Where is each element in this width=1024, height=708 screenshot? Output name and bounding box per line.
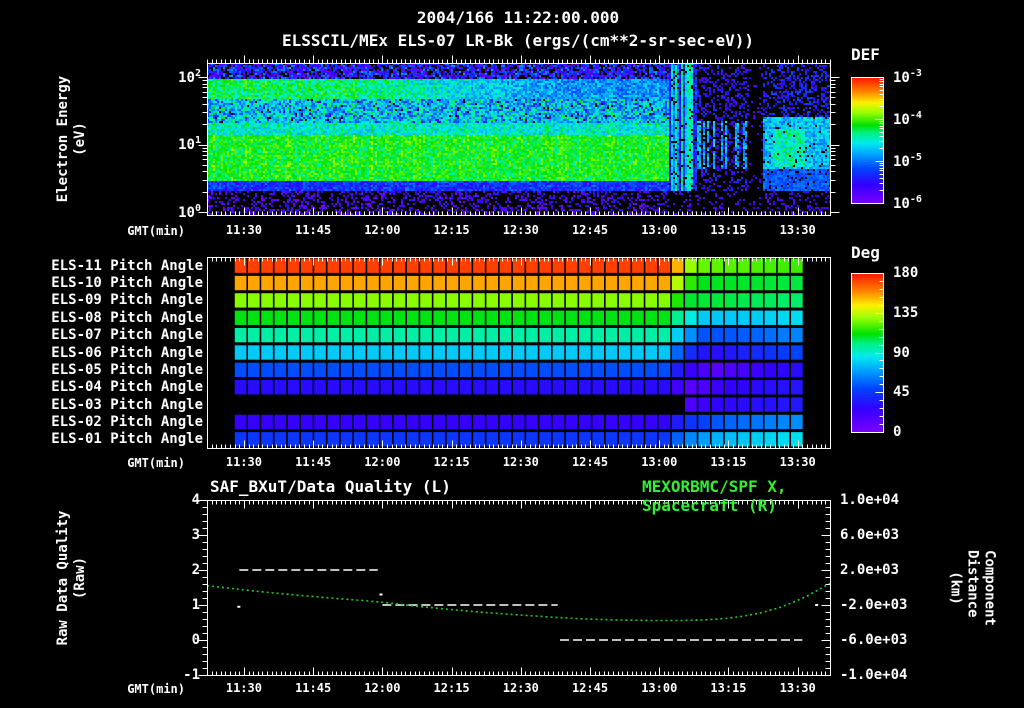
pitch-row-label: ELS-10 Pitch Angle — [51, 275, 203, 292]
def-colorbar-tick-label: 10-5 — [893, 152, 922, 170]
deg-colorbar-tick-label: 180 — [893, 265, 919, 281]
gmt-label-top: GMT(min) — [127, 224, 185, 238]
def-colorbar-tick-label: 10-3 — [893, 68, 922, 86]
x-tick-label: 11:30 — [225, 223, 262, 237]
x-tick-label: 12:15 — [433, 223, 470, 237]
y-axis-label-line2: (eV) — [72, 122, 88, 156]
def-colorbar — [851, 77, 883, 203]
deg-colorbar — [851, 273, 883, 432]
x-tick-label: 12:45 — [571, 455, 609, 469]
x-tick-label: 13:15 — [710, 681, 747, 695]
x-tick-label: 11:45 — [295, 455, 332, 469]
gmt-label-middle: GMT(min) — [127, 456, 185, 470]
spectrogram-y-axis-label: Electron Energy (eV) — [55, 76, 89, 202]
pitch-row-label: ELS-09 Pitch Angle — [51, 292, 203, 309]
pitch-row-label: ELS-11 Pitch Angle — [51, 257, 203, 274]
pitch-row-label: ELS-04 Pitch Angle — [51, 379, 203, 396]
quality-label-line1: Raw Data Quality — [55, 510, 71, 646]
bottom-right-tick-label: -2.0e+03 — [840, 597, 908, 613]
bottom-left-tick-label: 1 — [191, 597, 200, 613]
x-tick-label: 13:15 — [710, 455, 747, 469]
deg-colorbar-title: Deg — [851, 243, 880, 262]
bottom-right-tick-label: 1.0e+04 — [840, 492, 900, 508]
bottom-right-tick-label: -6.0e+03 — [840, 632, 908, 648]
bottom-right-tick-label: 6.0e+03 — [840, 527, 900, 543]
x-tick-label: 12:30 — [502, 223, 539, 237]
quality-distance-plot — [207, 500, 830, 675]
bottom-right-tick-label: 2.0e+03 — [840, 562, 900, 578]
bottom-title-right: MEXORBMC/SPF X, Spacecraft (R) — [642, 477, 787, 515]
deg-colorbar-tick-label: 0 — [893, 424, 902, 440]
electron-energy-spectrogram — [207, 63, 830, 215]
page-title-datetime: 2004/166 11:22:00.000 — [416, 8, 620, 27]
pitch-row-label: ELS-05 Pitch Angle — [51, 361, 203, 378]
distance-label-line2: (km) — [947, 571, 964, 605]
x-tick-label: 12:45 — [571, 681, 609, 695]
pitch-row-label: ELS-07 Pitch Angle — [51, 327, 203, 344]
pitch-row-label: ELS-02 Pitch Angle — [51, 413, 203, 430]
pitch-row-label: ELS-08 Pitch Angle — [51, 309, 203, 326]
bottom-title-left: SAF_BXuT/Data Quality (L) — [210, 477, 451, 496]
x-tick-label: 12:00 — [364, 223, 401, 237]
x-tick-label: 11:45 — [295, 223, 332, 237]
x-tick-label: 11:30 — [225, 455, 262, 469]
bottom-left-tick-label: 3 — [191, 527, 200, 543]
x-tick-label: 13:30 — [779, 223, 816, 237]
gmt-label-bottom: GMT(min) — [127, 682, 185, 696]
x-tick-label: 13:00 — [641, 455, 678, 469]
els-quicklook-screen: 2004/166 11:22:00.000 ELSSCIL/MEx ELS-07… — [0, 0, 1024, 708]
bottom-right-tick-label: -1.0e+04 — [840, 667, 908, 683]
quality-y-axis-label: Raw Data Quality (Raw) — [55, 511, 89, 646]
x-tick-label: 12:15 — [433, 455, 470, 469]
x-tick-label: 13:15 — [710, 223, 747, 237]
x-tick-label: 12:00 — [364, 681, 401, 695]
def-colorbar-tick-label: 10-6 — [893, 194, 922, 212]
x-tick-label: 11:45 — [295, 681, 332, 695]
distance-label-line1: Component Distance — [964, 550, 998, 626]
deg-colorbar-tick-label: 135 — [893, 304, 919, 321]
x-tick-label: 12:30 — [502, 681, 539, 695]
x-tick-label: 12:00 — [364, 455, 401, 469]
bottom-left-tick-label: 0 — [191, 632, 200, 648]
x-tick-label: 13:00 — [641, 223, 678, 237]
x-tick-label: 13:00 — [641, 681, 678, 695]
def-colorbar-title: DEF — [851, 45, 880, 64]
page-title-instrument: ELSSCIL/MEx ELS-07 LR-Bk (ergs/(cm**2-sr… — [281, 31, 755, 50]
spectrogram-y-tick-label: 102 — [178, 68, 201, 86]
pitch-row-label: ELS-01 Pitch Angle — [51, 431, 203, 448]
x-tick-label: 11:30 — [225, 681, 262, 695]
x-tick-label: 12:45 — [571, 223, 609, 237]
def-colorbar-tick-label: 10-4 — [893, 110, 922, 128]
bottom-left-tick-label: -1 — [183, 667, 200, 683]
spectrogram-y-tick-label: 101 — [178, 135, 201, 154]
x-tick-label: 12:30 — [502, 455, 539, 469]
pitch-row-label: ELS-03 Pitch Angle — [51, 396, 203, 413]
bottom-left-tick-label: 4 — [191, 492, 200, 508]
spectrogram-y-tick-label: 100 — [178, 203, 201, 221]
pitch-angle-heatmap — [207, 257, 830, 448]
deg-colorbar-tick-label: 90 — [893, 344, 910, 361]
quality-label-line2: (Raw) — [72, 556, 88, 600]
x-tick-label: 12:15 — [433, 681, 470, 695]
x-tick-label: 13:30 — [779, 681, 816, 695]
bottom-left-tick-label: 2 — [191, 562, 200, 578]
pitch-row-label: ELS-06 Pitch Angle — [51, 344, 203, 361]
distance-y-axis-label: Component Distance (km) — [947, 550, 998, 626]
y-axis-label-line1: Electron Energy — [55, 75, 71, 203]
deg-colorbar-tick-label: 45 — [893, 384, 910, 401]
x-tick-label: 13:30 — [779, 455, 816, 469]
